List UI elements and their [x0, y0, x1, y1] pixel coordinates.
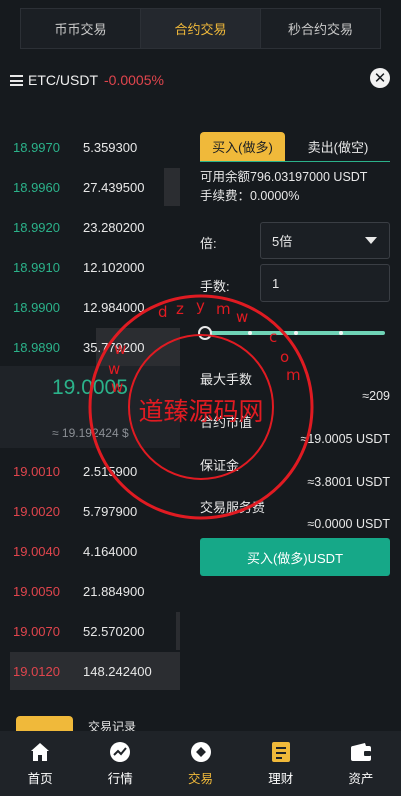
- depth-bar: [176, 612, 180, 650]
- tab-sell-short[interactable]: 卖出(做空): [286, 132, 390, 161]
- ask-qty: 12.984000: [83, 299, 145, 315]
- bottom-nav: 首页 行情 交易 理财 资产: [0, 731, 401, 796]
- bid-price: 19.0070: [13, 623, 60, 639]
- nav-label: 交易: [187, 772, 213, 786]
- bid-row[interactable]: 19.0020 5.797900: [0, 492, 180, 530]
- leverage-label: 倍:: [200, 236, 217, 251]
- finance-icon: [270, 741, 292, 763]
- tab-second-contract[interactable]: 秒合约交易: [261, 9, 380, 48]
- order-side-tabs: 买入(做多) 卖出(做空): [200, 132, 390, 162]
- buy-long-button[interactable]: 买入(做多)USDT: [200, 538, 390, 576]
- close-icon[interactable]: ✕: [370, 68, 390, 88]
- service-fee-value: ≈0.0000 USDT: [307, 517, 390, 531]
- last-price-usd: ≈ 19.192424 $: [52, 426, 129, 440]
- amount-slider-handle[interactable]: [198, 326, 212, 340]
- tab-trade-history[interactable]: 交易记录: [88, 716, 136, 734]
- order-history-tabs: 交易记录: [16, 716, 136, 734]
- ask-price: 18.9890: [13, 339, 60, 355]
- pair-name[interactable]: ETC/USDT: [28, 72, 98, 88]
- bid-row[interactable]: 19.0040 4.164000: [0, 532, 180, 570]
- tab-spot[interactable]: 币币交易: [21, 9, 141, 48]
- lots-value: 1: [272, 275, 280, 291]
- ask-qty: 5.359300: [83, 139, 138, 155]
- ask-row[interactable]: 18.9920 23.280200: [0, 208, 180, 246]
- wallet-icon: [350, 741, 372, 763]
- bid-qty: 21.884900: [83, 583, 145, 599]
- ask-price: 18.9970: [13, 139, 60, 155]
- trade-type-tabs: 币币交易 合约交易 秒合约交易: [20, 8, 381, 49]
- nav-label: 首页: [27, 772, 53, 786]
- max-lots-value: ≈209: [362, 389, 390, 403]
- nav-label: 资产: [348, 772, 374, 786]
- bid-qty: 4.164000: [83, 543, 138, 559]
- bid-row[interactable]: 19.0050 21.884900: [0, 572, 180, 610]
- home-icon: [29, 741, 51, 763]
- ask-price: 18.9910: [13, 259, 60, 275]
- bid-qty: 5.797900: [83, 503, 138, 519]
- menu-icon[interactable]: [10, 75, 23, 86]
- bid-row[interactable]: 19.0120 148.242400: [0, 652, 180, 690]
- leverage-value: 5倍: [272, 234, 293, 249]
- bid-price: 19.0050: [13, 583, 60, 599]
- nav-trade[interactable]: 交易: [160, 731, 240, 796]
- margin-label: 保证金: [200, 458, 240, 473]
- svg-text:y: y: [196, 297, 205, 315]
- fee-rate: 手续费：0.0000%: [200, 189, 300, 203]
- ask-price: 18.9920: [13, 219, 60, 235]
- service-fee-label: 交易服务费: [200, 500, 266, 515]
- bid-price: 19.0040: [13, 543, 60, 559]
- max-lots-label: 最大手数: [200, 372, 253, 387]
- pair-change: -0.0005%: [104, 72, 164, 88]
- depth-bar: [164, 168, 180, 206]
- last-price-panel: 19.0005 ≈ 19.192424 $: [0, 366, 180, 448]
- lots-input[interactable]: 1: [260, 264, 390, 302]
- slider-step-dot[interactable]: [339, 331, 343, 335]
- bid-qty: 52.570200: [83, 623, 145, 639]
- nav-label: 理财: [268, 772, 294, 786]
- bid-row[interactable]: 19.0010 2.515900: [0, 452, 180, 490]
- ask-row[interactable]: 18.9960 27.439500: [0, 168, 180, 206]
- ask-qty: 23.280200: [83, 219, 145, 235]
- tab-buy-long[interactable]: 买入(做多): [200, 132, 285, 161]
- ask-price: 18.9900: [13, 299, 60, 315]
- nav-label: 行情: [107, 772, 133, 786]
- bid-price: 19.0020: [13, 503, 60, 519]
- tab-contract[interactable]: 合约交易: [141, 9, 261, 48]
- ask-row[interactable]: 18.9910 12.102000: [0, 248, 180, 286]
- bid-price: 19.0120: [13, 663, 60, 679]
- contract-value-value: ≈19.0005 USDT: [300, 432, 390, 446]
- trade-icon: [190, 741, 212, 763]
- nav-finance[interactable]: 理财: [241, 731, 321, 796]
- slider-step-dot[interactable]: [248, 331, 252, 335]
- svg-text:o: o: [280, 348, 289, 366]
- market-chart-icon: [109, 741, 131, 763]
- bid-qty: 148.242400: [83, 663, 152, 679]
- ask-qty: 27.439500: [83, 179, 145, 195]
- slider-step-dot[interactable]: [294, 331, 298, 335]
- ask-row[interactable]: 18.9890 35.779200: [0, 328, 180, 366]
- last-price: 19.0005: [52, 376, 128, 399]
- nav-home[interactable]: 首页: [0, 731, 80, 796]
- ask-row[interactable]: 18.9970 5.359300: [0, 128, 180, 166]
- contract-value-label: 合约市值: [200, 415, 253, 430]
- bid-price: 19.0010: [13, 463, 60, 479]
- ask-qty: 12.102000: [83, 259, 145, 275]
- ask-row[interactable]: 18.9900 12.984000: [0, 288, 180, 326]
- pair-header: ETC/USDT -0.0005% ✕: [0, 66, 401, 94]
- leverage-select[interactable]: 5倍: [260, 222, 390, 259]
- ask-qty: 35.779200: [83, 339, 145, 355]
- lots-label: 手数:: [200, 279, 230, 294]
- caret-down-icon: [365, 237, 377, 244]
- margin-value: ≈3.8001 USDT: [307, 475, 390, 489]
- svg-text:w: w: [236, 308, 248, 326]
- ask-price: 18.9960: [13, 179, 60, 195]
- nav-market[interactable]: 行情: [80, 731, 160, 796]
- svg-text:m: m: [216, 300, 231, 318]
- available-balance: 可用余额796.03197000 USDT: [200, 170, 368, 184]
- svg-text:m: m: [286, 366, 301, 384]
- bid-row[interactable]: 19.0070 52.570200: [0, 612, 180, 650]
- nav-assets[interactable]: 资产: [321, 731, 401, 796]
- bid-qty: 2.515900: [83, 463, 138, 479]
